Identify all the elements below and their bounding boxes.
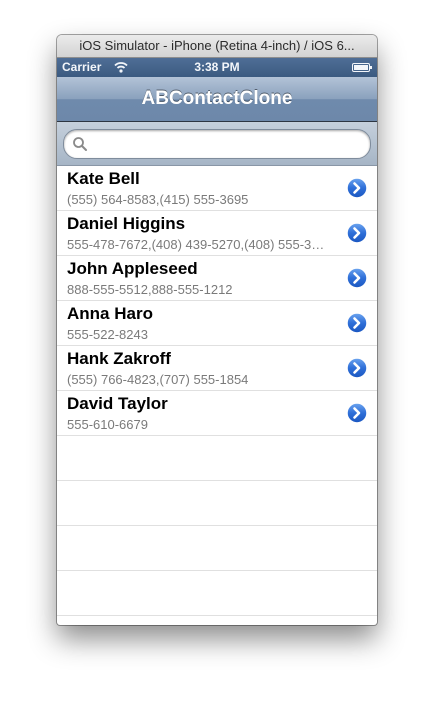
contact-phones: 555-522-8243: [67, 327, 148, 342]
contact-row[interactable]: Anna Haro 555-522-8243: [57, 301, 377, 346]
search-icon: [73, 137, 87, 151]
empty-row: [57, 436, 377, 481]
contacts-table: Kate Bell (555) 564-8583,(415) 555-3695 Da…: [57, 166, 377, 616]
contact-phones: 555-478-7672,(408) 439-5270,(408) 555-35…: [67, 237, 329, 252]
simulator-window: iOS Simulator - iPhone (Retina 4-inch) /…: [57, 35, 377, 625]
contact-row[interactable]: David Taylor 555-610-6679: [57, 391, 377, 436]
contact-name: Kate Bell: [67, 169, 140, 188]
detail-disclosure-icon[interactable]: [346, 312, 368, 334]
detail-disclosure-icon[interactable]: [346, 267, 368, 289]
window-title: iOS Simulator - iPhone (Retina 4-inch) /…: [57, 35, 377, 58]
status-time: 3:38 PM: [194, 60, 240, 74]
contact-name: David Taylor: [67, 394, 168, 413]
contact-phones: 555-610-6679: [67, 417, 148, 432]
detail-disclosure-icon[interactable]: [346, 222, 368, 244]
contact-phones: (555) 766-4823,(707) 555-1854: [67, 372, 249, 387]
detail-disclosure-icon[interactable]: [346, 402, 368, 424]
contact-name: John Appleseed: [67, 259, 198, 278]
contact-row[interactable]: Daniel Higgins 555-478-7672,(408) 439-527…: [57, 211, 377, 256]
contact-name: Hank Zakroff: [67, 349, 171, 368]
empty-row: [57, 571, 377, 616]
search-bar: [57, 122, 377, 166]
detail-disclosure-icon[interactable]: [346, 177, 368, 199]
contact-name: Anna Haro: [67, 304, 153, 323]
nav-bar-title: ABContactClone: [57, 77, 377, 122]
contact-row[interactable]: Kate Bell (555) 564-8583,(415) 555-3695: [57, 166, 377, 211]
contact-phones: 888-555-5512,888-555-1212: [67, 282, 233, 297]
search-input[interactable]: [92, 133, 358, 157]
empty-row: [57, 526, 377, 571]
contact-phones: (555) 564-8583,(415) 555-3695: [67, 192, 249, 207]
empty-row: [57, 481, 377, 526]
contact-name: Daniel Higgins: [67, 214, 186, 233]
detail-disclosure-icon[interactable]: [346, 357, 368, 379]
status-bar: Carrier 3:38 PM: [57, 58, 377, 77]
search-field[interactable]: [63, 129, 371, 159]
battery-icon: [352, 63, 372, 72]
contact-row[interactable]: Hank Zakroff (555) 766-4823,(707) 555-185…: [57, 346, 377, 391]
contact-row[interactable]: John Appleseed 888-555-5512,888-555-1212: [57, 256, 377, 301]
